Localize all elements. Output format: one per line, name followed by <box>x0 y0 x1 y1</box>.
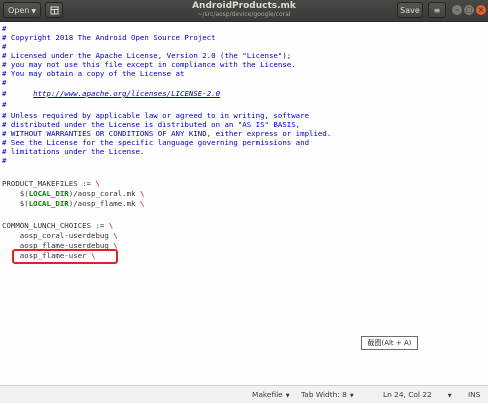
red-annotation-box <box>12 249 118 264</box>
code-line: # <box>2 100 7 109</box>
hamburger-menu-button[interactable]: ≡ <box>428 2 446 18</box>
file-path: ~/src/aosp/device/google/coral <box>197 11 291 18</box>
chevron-down-icon: ▼ <box>285 393 290 399</box>
code-line: # WITHOUT WARRANTIES OR CONDITIONS OF AN… <box>2 129 332 138</box>
tab-width-label: Tab Width: 8 <box>301 390 347 399</box>
status-bar: Makefile ▼ Tab Width: 8 ▼ Ln 24, Col 22 ▼ I… <box>0 385 488 403</box>
code-text: )/aosp_flame.mk <box>68 199 140 208</box>
code-line: # <box>2 42 7 51</box>
line-continuation: \ <box>113 231 118 240</box>
code-line: COMMON_LUNCH_CHOICES := \ <box>2 221 113 230</box>
insert-mode-indicator: INS <box>468 390 481 399</box>
tab-width-selector[interactable]: Tab Width: 8 ▼ <box>301 386 354 405</box>
window-title: AndroidProducts.mk <box>192 1 296 11</box>
code-line: $(LOCAL_DIR)/aosp_flame.mk \ <box>2 199 145 208</box>
line-continuation: \ <box>139 189 145 198</box>
license-url-link[interactable]: http://www.apache.org/licenses/LICENSE-2… <box>33 89 220 98</box>
save-button[interactable]: Save <box>397 2 423 18</box>
code-line: # See the License for the specific langu… <box>2 138 310 147</box>
code-line: aosp_coral-userdebug \ <box>2 231 118 240</box>
comment-prefix: # <box>2 89 34 98</box>
code-line: # <box>2 156 7 165</box>
code-line: # you may not use this file except in co… <box>2 60 296 69</box>
code-line: # You may obtain a copy of the License a… <box>2 69 185 78</box>
language-label: Makefile <box>252 390 283 399</box>
line-continuation: \ <box>95 179 100 188</box>
screenshot-tooltip: 截图(Alt + A) <box>361 336 418 350</box>
code-text: $( <box>2 189 29 198</box>
cursor-position[interactable]: Ln 24, Col 22 ▼ <box>383 386 452 405</box>
code-line: # http://www.apache.org/licenses/LICENSE… <box>2 89 220 98</box>
maximize-icon[interactable]: □ <box>464 5 474 15</box>
code-line: # Unless required by applicable law or a… <box>2 111 310 120</box>
line-continuation: \ <box>139 199 145 208</box>
new-document-button[interactable] <box>45 2 63 18</box>
make-variable: LOCAL_DIR <box>28 189 69 198</box>
code-text: aosp_coral-userdebug <box>2 231 114 240</box>
code-line: # Copyright 2018 The Android Open Source… <box>2 33 216 42</box>
open-button[interactable]: Open ▼ <box>3 2 41 18</box>
code-line: # Licensed under the Apache License, Ver… <box>2 51 292 60</box>
code-line: PRODUCT_MAKEFILES := \ <box>2 179 100 188</box>
close-icon[interactable]: × <box>476 5 486 15</box>
language-selector[interactable]: Makefile ▼ <box>252 386 290 405</box>
make-variable: LOCAL_DIR <box>28 199 69 208</box>
open-button-label: Open <box>8 6 30 15</box>
minimize-icon[interactable]: – <box>452 5 462 15</box>
variable-name: PRODUCT_MAKEFILES := <box>2 179 96 188</box>
code-line: # <box>2 78 7 87</box>
variable-name: COMMON_LUNCH_CHOICES := <box>2 221 109 230</box>
cursor-position-label: Ln 24, Col 22 <box>383 390 432 399</box>
code-line: # limitations under the License. <box>2 147 145 156</box>
document-icon <box>50 6 58 15</box>
code-line: $(LOCAL_DIR)/aosp_coral.mk \ <box>2 189 145 198</box>
code-line: # <box>2 24 7 33</box>
header-bar: Open ▼ AndroidProducts.mk ~/src/aosp/devi… <box>0 0 488 22</box>
chevron-down-icon: ▼ <box>349 393 354 399</box>
menu-icon: ≡ <box>433 6 441 15</box>
code-text: $( <box>2 199 29 208</box>
chevron-down-icon: ▼ <box>31 8 36 15</box>
code-text: )/aosp_coral.mk <box>68 189 140 198</box>
line-continuation: \ <box>108 221 114 230</box>
chevron-down-icon: ▼ <box>447 393 452 399</box>
text-editor[interactable]: # # Copyright 2018 The Android Open Sour… <box>0 22 488 385</box>
code-line: # distributed under the License is distr… <box>2 120 301 129</box>
